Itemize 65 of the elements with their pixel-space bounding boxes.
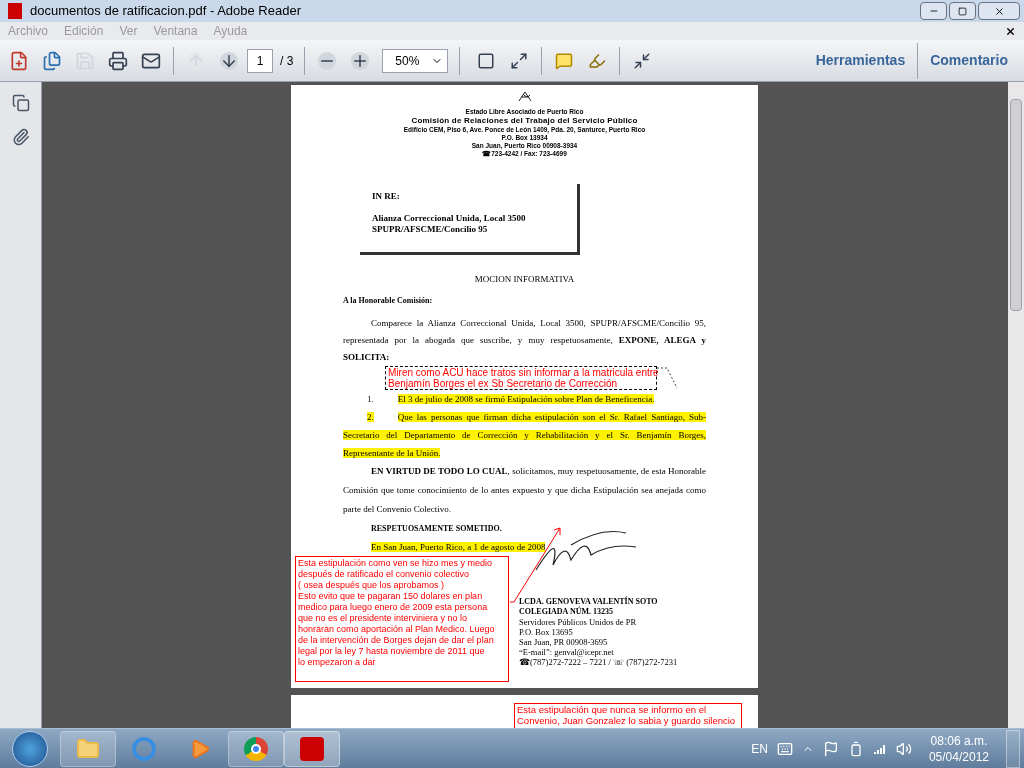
comment-text: que no es el presidente interviniera y no lo [298, 613, 469, 624]
panel-tab[interactable]: Herramientas [803, 42, 918, 79]
menu-item[interactable]: Ver [119, 22, 138, 40]
signature-text: LCDA. GENOVEVA VALENTÍN SOTO [519, 596, 659, 606]
signature-text: COLEGIADA NÚM. 13235 [519, 606, 614, 617]
scrollbar[interactable] [1008, 82, 1024, 728]
signature-text: P.O. Box 13695 [519, 626, 574, 637]
comment-text: Convenio, Juan Gonzalez lo sabia y guardo silencio [517, 715, 737, 726]
panel-tab[interactable]: Comentario [917, 42, 1020, 79]
comment-text: ( osea después que los aprobamos ) [298, 580, 446, 591]
comment-text: de la intervención de Borges dejan de dar el plan [298, 635, 495, 646]
close-button[interactable] [978, 2, 1020, 20]
letterhead-text: Comisión de Relaciones del Trabajo del Servicio Público [411, 116, 638, 126]
restore-icon [958, 6, 967, 16]
restore-button[interactable] [949, 2, 976, 20]
menu-item[interactable]: Archivo [8, 22, 48, 40]
party-name: Alianza Correccional Unida, Local 3500 [372, 212, 527, 224]
signal-icon[interactable] [872, 742, 887, 755]
comment-text: después de ratificado el convenio colectivo [298, 569, 471, 580]
zoom-field[interactable]: 50% [382, 48, 449, 73]
volume-icon[interactable] [895, 740, 912, 757]
show-desktop-button[interactable] [1006, 729, 1020, 768]
chrome-icon[interactable] [228, 730, 284, 767]
signature-text: San Juan, PR 00908-3695 [519, 636, 609, 647]
comment-callout[interactable] [295, 556, 509, 682]
seal-logo-icon [516, 91, 533, 103]
page-count: / 3 [279, 52, 295, 70]
numbered-paragraph: 1. El 3 de julio de 2008 se firmó Estipulación sobre Plan de Beneficencia. [366, 392, 655, 406]
comment-text: Benjamín Borges el ex Sb Secretario de Corrección [388, 377, 618, 389]
menu-item[interactable]: Ayuda [213, 22, 248, 40]
paragraph: Comparece la Alianza Correccional Unida, Local 3500, SPUPR/AFSCME/Concilio 95, representada por la abogada que suscribe, y muy respetuosamente, EXPONE, ALEGA y SOLICITA: [343, 316, 706, 364]
comment-textbox[interactable]: Esta estipulación que nunca se informo en el Convenio, Juan Gonzalez lo sabia y guardo silencio [514, 703, 742, 728]
comment-text: Esta estipulación que nunca se informo en el [517, 704, 708, 715]
close-icon[interactable] [1005, 25, 1016, 37]
window-title: documentos de ratificacion.pdf - Adobe Reader [30, 2, 301, 21]
closing-text: RESPETUOSAMENTE SOMETIDO. [371, 522, 503, 535]
comment-text: Esta estipulación como ven se hizo mes y medio [298, 558, 494, 569]
minimize-button[interactable] [920, 2, 947, 20]
signature-text: “E-mail”: genval@icepr.net [519, 646, 615, 657]
flag-icon[interactable] [822, 740, 839, 757]
page-number-field[interactable]: 1 [247, 48, 273, 73]
comment-popup[interactable]: Miren como ACU hace tratos sin informar a la matricula entre Benjamín Borges el ex Sb Secretario de Corrección [385, 365, 657, 390]
start-button[interactable] [12, 730, 48, 767]
numbered-paragraph: 2. Que las personas que firman dicha estipulación son el Sr. Rafael Santiago, Sub-Secretario del Departamento de Corrección y Rehabilitación y el Sr. Benjamín Borges, Representante de la Unión. [343, 410, 706, 460]
comment-text: medico para luego enero de 2009 esta persona [298, 602, 489, 613]
signature-text: Servidores Públicos Unidos de PR [519, 616, 638, 627]
paperclip-icon[interactable] [11, 128, 30, 146]
pages-icon[interactable] [11, 94, 30, 112]
signature-text: ☎(787)272-7222 – 7221 / ☏ (787)272-7231 [519, 656, 679, 667]
salutation: A la Honorable Comisión: [343, 294, 434, 307]
comment-text: honraran como aportación al Plan Medico. Luego [298, 624, 496, 635]
paragraph: EN VIRTUD DE TODO LO CUAL, solicitamos, muy respetuosamente, de esta Honorable Comisión que tome conocimiento de lo antes expuesto y que dicha Estipulación sea anejada como parte del Convenio Colectivo. [343, 464, 706, 516]
in-re-label: IN RE: [372, 190, 401, 203]
comment-text: Esto evito que te pagaran 150 dolares en plan [298, 591, 484, 602]
clock[interactable]: 08:06 a.m. 05/04/2012 [920, 732, 997, 765]
comment-text: legal por la ley 7 hasta noviembre de 2011 que [298, 646, 486, 657]
document-title: MOCION INFORMATIVA [473, 273, 576, 286]
file-explorer-icon[interactable] [60, 730, 116, 767]
menu-item[interactable]: Edición [64, 22, 104, 40]
language-indicator[interactable]: EN [751, 739, 768, 758]
party-name: SPUPR/AFSCME/Concilio 95 [372, 223, 489, 235]
comment-text: lo empezaron a dar [298, 657, 377, 668]
close-icon [993, 5, 1005, 17]
menu-item[interactable]: Ventana [153, 22, 198, 40]
keyboard-icon[interactable] [776, 740, 793, 757]
